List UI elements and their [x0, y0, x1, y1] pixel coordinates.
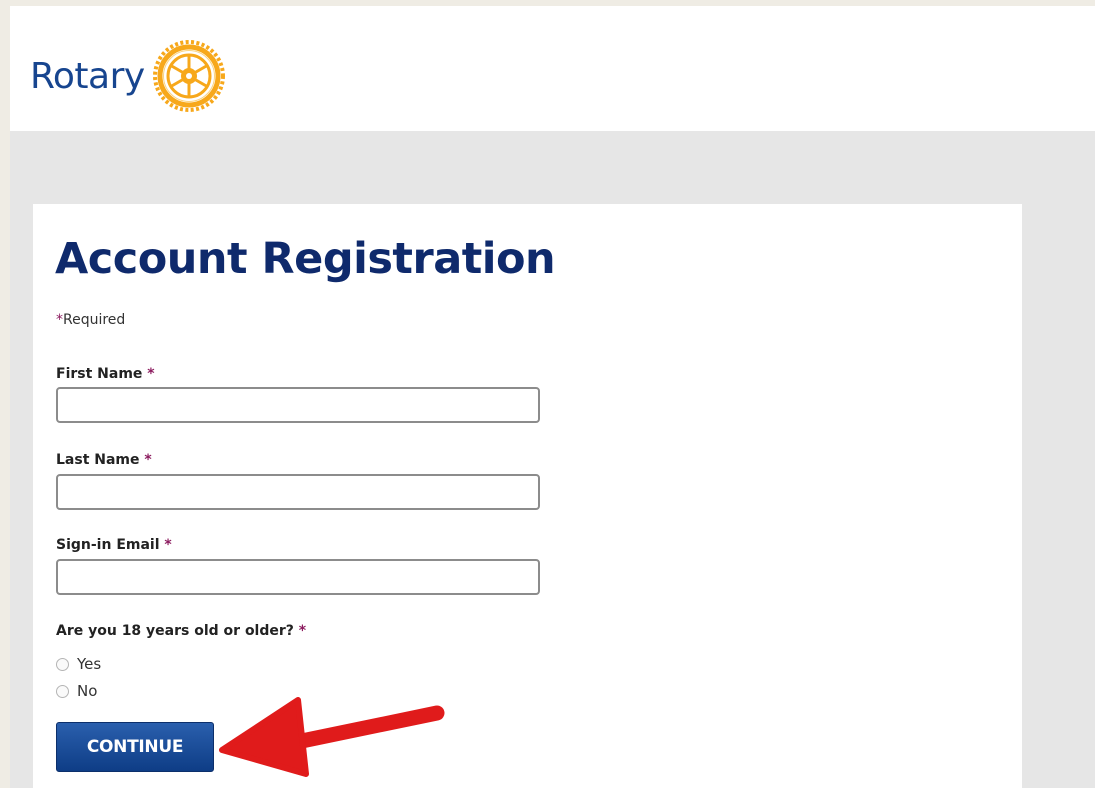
first-name-label-text: First Name [56, 366, 143, 382]
rotary-logo[interactable]: Rotary [30, 36, 229, 116]
continue-button[interactable]: CONTINUE [56, 722, 214, 772]
radio-label-no: No [77, 682, 98, 700]
page-title: Account Registration [55, 234, 556, 284]
sign-in-email-label-text: Sign-in Email [56, 537, 160, 553]
required-note: *Required [56, 312, 125, 328]
last-name-asterisk: * [144, 452, 152, 468]
last-name-label: Last Name * [56, 452, 152, 468]
age-question-label: Are you 18 years old or older? * [56, 623, 306, 639]
logo-text: Rotary [30, 55, 145, 97]
first-name-input[interactable] [56, 387, 540, 423]
sign-in-email-label: Sign-in Email * [56, 537, 172, 553]
first-name-asterisk: * [147, 366, 155, 382]
last-name-label-text: Last Name [56, 452, 140, 468]
required-asterisk: * [56, 312, 63, 328]
radio-option-no[interactable]: No [56, 682, 97, 700]
registration-card: Account Registration *Required First Nam… [33, 204, 1022, 788]
sign-in-email-input[interactable] [56, 559, 540, 595]
radio-option-yes[interactable]: Yes [56, 655, 101, 673]
last-name-input[interactable] [56, 474, 540, 510]
required-note-text: Required [63, 312, 126, 328]
sign-in-email-asterisk: * [164, 537, 172, 553]
age-question-text: Are you 18 years old or older? [56, 623, 294, 639]
age-question-asterisk: * [298, 623, 307, 639]
radio-button-yes[interactable] [56, 657, 69, 671]
radio-button-no[interactable] [56, 684, 69, 698]
radio-label-yes: Yes [77, 655, 102, 673]
first-name-label: First Name * [56, 366, 155, 382]
site-header: Rotary [10, 6, 1095, 131]
rotary-wheel-icon [152, 40, 225, 112]
